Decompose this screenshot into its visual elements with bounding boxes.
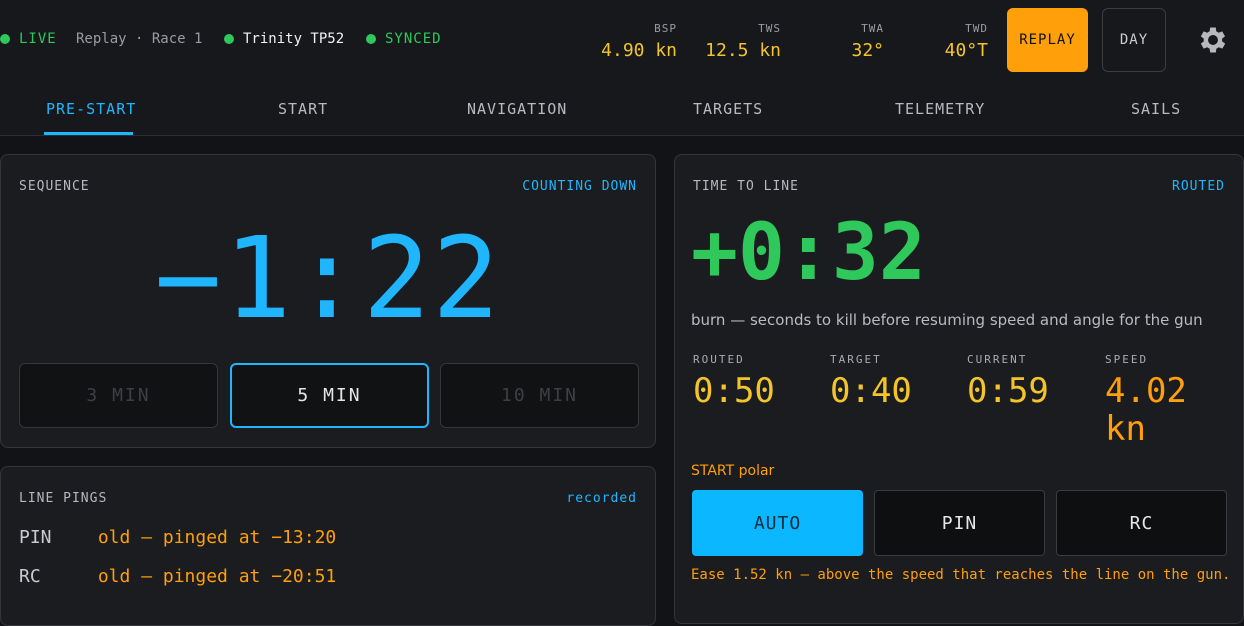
metric-label: TWD bbox=[965, 22, 988, 35]
gear-icon[interactable] bbox=[1196, 23, 1230, 57]
top-bar: LIVE Replay · Race 1 Trinity TP52 SYNCED… bbox=[0, 0, 1244, 80]
time-to-line-label: TIME TO LINE bbox=[693, 179, 799, 194]
ping-key: RC bbox=[19, 566, 41, 587]
sync-status: SYNCED bbox=[366, 31, 442, 47]
metric-value: 32° bbox=[851, 40, 884, 61]
sequence-label: SEQUENCE bbox=[19, 179, 90, 194]
sequence-panel: SEQUENCE COUNTING DOWN −1:22 3 MIN 5 MIN… bbox=[0, 154, 656, 448]
metric-value: 40°T bbox=[944, 40, 988, 61]
ping-value: old — pinged at −20:51 bbox=[97, 566, 337, 587]
sync-label: SYNCED bbox=[385, 31, 442, 47]
mode-status: Replay · Race 1 bbox=[76, 31, 202, 47]
stat-value: 4.02 kn bbox=[1105, 371, 1187, 449]
metric-tws: TWS 12.5 kn bbox=[705, 22, 781, 61]
active-tab-indicator bbox=[44, 132, 133, 135]
metric-value: 4.90 kn bbox=[601, 40, 677, 61]
metric-value: 12.5 kn bbox=[705, 40, 781, 61]
metric-bsp: BSP 4.90 kn bbox=[601, 22, 677, 61]
stat-current: CURRENT 0:59 bbox=[967, 353, 1049, 410]
metric-label: TWS bbox=[758, 22, 781, 35]
live-status: LIVE bbox=[0, 31, 57, 47]
sequence-status: COUNTING DOWN bbox=[522, 179, 637, 194]
stat-label: TARGET bbox=[830, 353, 882, 366]
stat-label: ROUTED bbox=[693, 353, 745, 366]
sequence-5min-button[interactable]: 5 MIN bbox=[230, 363, 429, 428]
sequence-10min-button[interactable]: 10 MIN bbox=[440, 363, 639, 428]
polar-pin-button[interactable]: PIN bbox=[874, 490, 1045, 556]
line-pings-panel: LINE PINGS recorded PIN old — pinged at … bbox=[0, 466, 656, 626]
ping-row-pin: PIN old — pinged at −13:20 bbox=[19, 527, 336, 548]
replay-button[interactable]: REPLAY bbox=[1007, 8, 1088, 72]
live-dot-icon bbox=[0, 34, 10, 44]
ease-note: Ease 1.52 kn — above the speed that reac… bbox=[691, 567, 1231, 583]
live-label: LIVE bbox=[19, 31, 57, 47]
tab-bar: PRE-START START NAVIGATION TARGETS TELEM… bbox=[0, 80, 1244, 136]
tab-sails[interactable]: SAILS bbox=[1131, 100, 1181, 118]
stat-speed: SPEED 4.02 kn bbox=[1105, 353, 1205, 448]
time-to-line-panel: TIME TO LINE ROUTED +0:32 burn — seconds… bbox=[674, 154, 1244, 624]
stat-target: TARGET 0:40 bbox=[830, 353, 912, 410]
mode-label: Replay · Race 1 bbox=[76, 31, 203, 47]
stat-value: 0:40 bbox=[830, 371, 912, 411]
line-pings-label: LINE PINGS bbox=[19, 491, 108, 506]
time-to-line-value: +0:32 bbox=[691, 208, 926, 298]
tab-pre-start[interactable]: PRE-START bbox=[46, 100, 136, 118]
ping-key: PIN bbox=[19, 527, 52, 548]
countdown-timer: −1:22 bbox=[154, 214, 502, 344]
stat-label: CURRENT bbox=[967, 353, 1028, 366]
polar-rc-button[interactable]: RC bbox=[1056, 490, 1227, 556]
stat-value: 0:59 bbox=[967, 371, 1049, 411]
stat-value: 0:50 bbox=[693, 371, 775, 411]
tab-start[interactable]: START bbox=[278, 100, 328, 118]
sequence-3min-button[interactable]: 3 MIN bbox=[19, 363, 218, 428]
ping-value: old — pinged at −13:20 bbox=[97, 527, 337, 548]
line-pings-status: recorded bbox=[566, 491, 637, 506]
tab-telemetry[interactable]: TELEMETRY bbox=[895, 100, 985, 118]
sync-dot-icon bbox=[366, 34, 376, 44]
metric-label: TWA bbox=[861, 22, 884, 35]
stat-label: SPEED bbox=[1105, 353, 1149, 366]
metric-twa: TWA 32° bbox=[851, 22, 884, 61]
boat-dot-icon bbox=[224, 34, 234, 44]
metric-label: BSP bbox=[654, 22, 677, 35]
ping-row-rc: RC old — pinged at −20:51 bbox=[19, 566, 336, 587]
time-to-line-description: burn — seconds to kill before resuming s… bbox=[691, 311, 1203, 329]
polar-auto-button[interactable]: AUTO bbox=[692, 490, 863, 556]
day-mode-button[interactable]: DAY bbox=[1102, 8, 1166, 72]
metric-twd: TWD 40°T bbox=[945, 22, 988, 61]
boat-status: Trinity TP52 bbox=[224, 31, 344, 47]
tab-targets[interactable]: TARGETS bbox=[693, 100, 763, 118]
stat-routed: ROUTED 0:50 bbox=[693, 353, 775, 410]
polar-label: START polar bbox=[691, 463, 775, 479]
boat-name: Trinity TP52 bbox=[243, 31, 345, 47]
time-to-line-status: ROUTED bbox=[1172, 179, 1225, 194]
tab-navigation[interactable]: NAVIGATION bbox=[467, 100, 567, 118]
